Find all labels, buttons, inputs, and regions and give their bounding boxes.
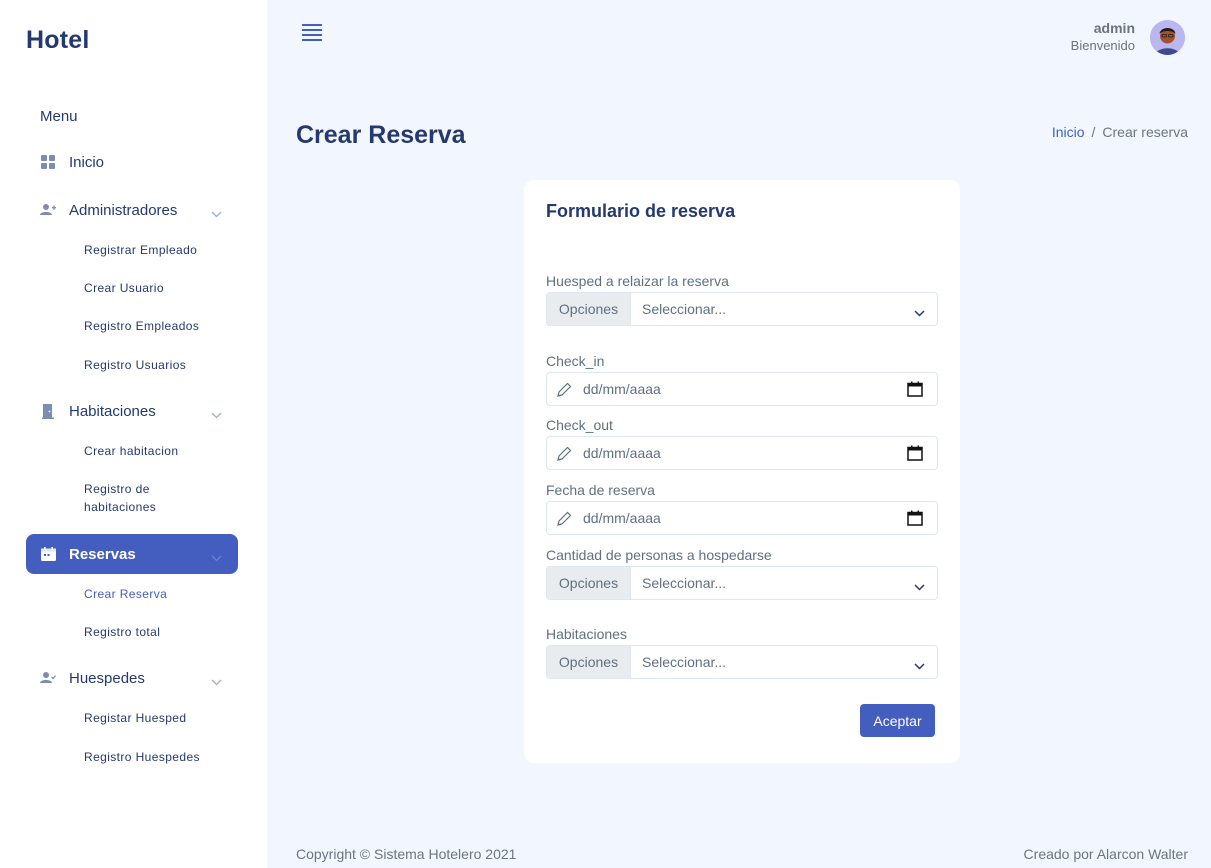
reservation-form-card: Formulario de reserva Huesped a relaizar… (524, 180, 960, 763)
sidebar-item-inicio[interactable]: Inicio (26, 142, 238, 182)
options-addon: Opciones (547, 567, 631, 599)
options-addon: Opciones (547, 293, 631, 325)
checkin-date-input[interactable]: dd/mm/aaaa (546, 372, 938, 406)
breadcrumb-separator: / (1091, 124, 1096, 140)
footer-credit: Creado por Alarcon Walter (1023, 846, 1188, 862)
chevron-down-icon (914, 578, 925, 594)
people-select-group: Opciones Seleccionar... (546, 566, 938, 600)
guest-select[interactable]: Seleccionar... (631, 293, 937, 325)
sidebar-item-label: Inicio (69, 153, 105, 171)
chevron-down-icon (211, 549, 222, 567)
pencil-icon (555, 445, 573, 468)
pencil-icon (555, 510, 573, 533)
user-greeting: Bienvenido (1070, 38, 1135, 53)
checkout-label: Check_out (546, 417, 613, 433)
sidebar: Hotel Menu Inicio Administradores Regist… (0, 0, 267, 868)
user-plus-icon (40, 202, 56, 218)
reservation-date-input[interactable]: dd/mm/aaaa (546, 501, 938, 535)
chevron-down-icon (211, 406, 222, 424)
menu-toggle-icon[interactable] (302, 24, 322, 42)
select-value: Seleccionar... (642, 575, 727, 591)
sidebar-item-label: Habitaciones (69, 402, 156, 420)
people-label: Cantidad de personas a hospedarse (546, 547, 772, 563)
submenu-registro-empleados[interactable]: Registro Empleados (84, 317, 224, 335)
sidebar-item-label: Reservas (69, 545, 136, 563)
user-name[interactable]: admin (1094, 20, 1135, 36)
rooms-select-group: Opciones Seleccionar... (546, 645, 938, 679)
user-check-icon (40, 670, 56, 686)
grid-icon (40, 154, 56, 170)
rooms-label: Habitaciones (546, 626, 627, 642)
submenu-registrar-empleado[interactable]: Registrar Empleado (84, 241, 224, 259)
breadcrumb-home-link[interactable]: Inicio (1052, 124, 1085, 140)
sidebar-item-label: Administradores (69, 201, 178, 219)
reservation-date-label: Fecha de reserva (546, 482, 655, 498)
submenu-crear-reserva[interactable]: Crear Reserva (84, 585, 224, 603)
select-value: Seleccionar... (642, 301, 727, 317)
calendar-picker-icon[interactable] (907, 381, 923, 402)
sidebar-item-reservas[interactable]: Reservas (26, 534, 238, 574)
calendar-picker-icon[interactable] (907, 510, 923, 531)
date-placeholder: dd/mm/aaaa (583, 381, 661, 397)
breadcrumb: Inicio / Crear reserva (1052, 124, 1188, 140)
chevron-down-icon (211, 673, 222, 691)
guest-select-group: Opciones Seleccionar... (546, 292, 938, 326)
sidebar-item-administradores[interactable]: Administradores (26, 190, 238, 230)
submenu-crear-usuario[interactable]: Crear Usuario (84, 279, 224, 297)
submenu-registro-usuarios[interactable]: Registro Usuarios (84, 356, 224, 374)
brand-logo[interactable]: Hotel (26, 26, 90, 55)
people-select[interactable]: Seleccionar... (631, 567, 937, 599)
rooms-select[interactable]: Seleccionar... (631, 646, 937, 678)
pencil-icon (555, 381, 573, 404)
door-icon (40, 403, 56, 419)
accept-button[interactable]: Aceptar (860, 704, 935, 737)
sidebar-item-habitaciones[interactable]: Habitaciones (26, 391, 238, 431)
submenu-registro-total[interactable]: Registro total (84, 623, 224, 641)
form-title: Formulario de reserva (546, 201, 736, 221)
calendar-icon (40, 546, 56, 562)
sidebar-item-label: Huespedes (69, 669, 145, 687)
footer-copyright: Copyright © Sistema Hotelero 2021 (296, 846, 517, 862)
select-value: Seleccionar... (642, 654, 727, 670)
breadcrumb-current: Crear reserva (1102, 124, 1188, 140)
page-title: Crear Reserva (296, 121, 466, 149)
submenu-crear-habitacion[interactable]: Crear habitacion (84, 442, 224, 460)
avatar[interactable] (1150, 20, 1185, 55)
chevron-down-icon (914, 304, 925, 320)
date-placeholder: dd/mm/aaaa (583, 510, 661, 526)
date-placeholder: dd/mm/aaaa (583, 445, 661, 461)
submenu-registro-habitaciones[interactable]: Registro de habitaciones (84, 480, 224, 516)
checkout-date-input[interactable]: dd/mm/aaaa (546, 436, 938, 470)
calendar-picker-icon[interactable] (907, 445, 923, 466)
submenu-registar-huesped[interactable]: Registar Huesped (84, 709, 224, 727)
options-addon: Opciones (547, 646, 631, 678)
guest-label: Huesped a relaizar la reserva (546, 273, 729, 289)
submenu-registro-huespedes[interactable]: Registro Huespedes (84, 748, 224, 766)
checkin-label: Check_in (546, 353, 605, 369)
chevron-down-icon (211, 205, 222, 223)
menu-title: Menu (40, 108, 78, 125)
sidebar-item-huespedes[interactable]: Huespedes (26, 658, 238, 698)
chevron-down-icon (914, 657, 925, 673)
